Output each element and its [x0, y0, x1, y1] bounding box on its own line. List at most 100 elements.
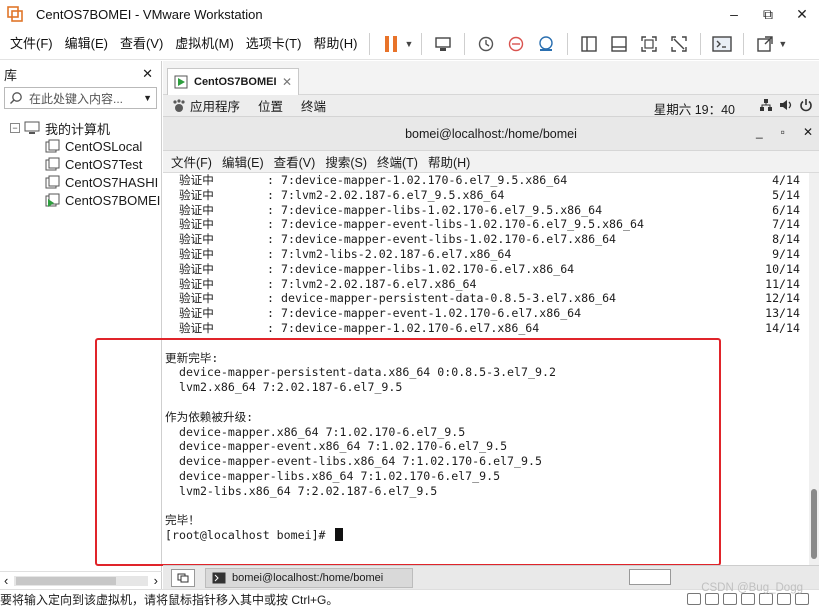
display-icon[interactable] [795, 593, 809, 605]
terminal-menu-help[interactable]: 帮助(H) [428, 152, 470, 171]
tab-close-icon[interactable]: ✕ [282, 75, 292, 89]
menu-help[interactable]: 帮助(H) [307, 28, 363, 60]
library-hscrollbar[interactable]: ‹ › [0, 571, 162, 589]
verify-label: 验证中 [179, 202, 214, 217]
terminal-menu-edit[interactable]: 编辑(E) [222, 152, 264, 171]
search-placeholder: 在此处键入内容... [29, 91, 124, 106]
terminal-menu-terminal[interactable]: 终端(T) [377, 152, 418, 171]
terminal-scroll-thumb[interactable] [811, 489, 817, 559]
snapshot-manager-icon[interactable] [533, 31, 559, 57]
chevron-down-icon[interactable]: ▼ [778, 39, 787, 49]
tree-item-vm[interactable]: CentOS7HASHI [0, 173, 161, 191]
verify-row: 验证中:7:device-mapper-event-1.02.170-6.el7… [163, 306, 809, 321]
verify-colon: : [267, 320, 274, 335]
library-close-button[interactable]: ✕ [142, 66, 153, 82]
taskbar-terminal-task[interactable]: bomei@localhost:/home/bomei [205, 567, 413, 588]
console-icon[interactable] [709, 31, 735, 57]
verify-colon: : [267, 202, 274, 217]
library-header: 库 ✕ [0, 61, 161, 87]
snapshot-icon[interactable] [473, 31, 499, 57]
collapse-icon[interactable]: − [10, 123, 20, 133]
terminal-minimize-button[interactable]: _ [756, 125, 763, 139]
verify-colon: : [267, 217, 274, 232]
toolbar-separator [464, 32, 466, 55]
chevron-down-icon[interactable]: ▼ [143, 93, 152, 103]
fullscreen-icon[interactable] [636, 31, 662, 57]
verify-colon: : [267, 291, 274, 306]
status-bar: 要将输入定向到该虚拟机，请将鼠标指针移入其中或按 Ctrl+G。 [0, 589, 819, 608]
usb-icon[interactable] [741, 593, 755, 605]
verify-label: 验证中 [179, 173, 214, 187]
scroll-left-icon[interactable]: ‹ [4, 573, 8, 588]
menu-vm[interactable]: 虚拟机(M) [169, 28, 240, 60]
verify-count: 13/14 [765, 306, 800, 321]
library-search-input[interactable]: 在此处键入内容... ▼ [4, 87, 157, 109]
vmware-logo-icon [4, 5, 26, 23]
terminal-menu-bar: 文件(F) 编辑(E) 查看(V) 搜索(S) 终端(T) 帮助(H) [163, 151, 819, 173]
menu-file[interactable]: 文件(F) [0, 28, 59, 60]
power-icon [800, 99, 812, 112]
terminal-scrollbar[interactable] [809, 173, 819, 565]
verify-count: 5/14 [772, 187, 800, 202]
stretch-icon[interactable] [752, 31, 778, 57]
search-icon [10, 92, 22, 104]
scroll-right-icon[interactable]: › [154, 573, 158, 588]
system-tray[interactable] [759, 98, 813, 112]
gnome-foot-icon [173, 98, 185, 112]
vm-running-icon [174, 75, 188, 89]
terminal-menu-view[interactable]: 查看(V) [274, 152, 316, 171]
restore-button[interactable]: ⧉ [751, 0, 785, 28]
verify-label: 验证中 [179, 217, 214, 232]
verify-colon: : [267, 246, 274, 261]
applications-label: 应用程序 [190, 100, 241, 114]
menu-tabs[interactable]: 选项卡(T) [240, 28, 308, 60]
verify-label: 验证中 [179, 306, 214, 321]
network-adapter-icon[interactable] [723, 593, 737, 605]
verify-package: 7:device-mapper-event-libs-1.02.170-6.el… [281, 217, 644, 232]
terminal-app-menu[interactable]: 终端 [301, 96, 326, 115]
verify-label: 验证中 [179, 232, 214, 247]
menu-edit[interactable]: 编辑(E) [59, 28, 114, 60]
printer-icon[interactable] [777, 593, 791, 605]
tree-item-vm[interactable]: CentOSLocal [0, 137, 161, 155]
verify-count: 11/14 [765, 276, 800, 291]
terminal-menu-search[interactable]: 搜索(S) [325, 152, 367, 171]
pause-icon[interactable] [378, 31, 404, 57]
scroll-track[interactable] [14, 575, 148, 586]
verify-label: 验证中 [179, 320, 214, 335]
cd-drive-icon[interactable] [705, 593, 719, 605]
scroll-thumb[interactable] [16, 576, 117, 585]
thumbnail-view-icon[interactable] [606, 31, 632, 57]
verify-package: 7:lvm2-2.02.187-6.el7_9.5.x86_64 [281, 187, 505, 202]
clock[interactable]: 星期六 19：40 [654, 99, 735, 118]
minimize-button[interactable]: – [717, 0, 751, 28]
tree-item-vm[interactable]: CentOS7Test [0, 155, 161, 173]
toolbar-separator [743, 32, 745, 55]
tree-item-vm-running[interactable]: CentOS7BOMEI [0, 191, 161, 209]
verify-count: 12/14 [765, 291, 800, 306]
sound-card-icon[interactable] [759, 593, 773, 605]
terminal-maximize-button[interactable]: ▫ [781, 125, 785, 139]
verify-label: 验证中 [179, 276, 214, 291]
places-menu[interactable]: 位置 [258, 96, 283, 115]
library-view-icon[interactable] [576, 31, 602, 57]
verify-package: 7:device-mapper-libs-1.02.170-6.el7_9.5.… [281, 202, 603, 217]
menu-view[interactable]: 查看(V) [114, 28, 169, 60]
tree-root[interactable]: − 我的计算机 [0, 119, 161, 137]
chevron-down-icon[interactable]: ▼ [404, 39, 413, 49]
verify-package: 7:lvm2-2.02.187-6.el7.x86_64 [281, 276, 477, 291]
revert-snapshot-icon[interactable] [503, 31, 529, 57]
close-button[interactable]: ✕ [785, 0, 819, 28]
tab-centos7bomei[interactable]: CentOS7BOMEI ✕ [167, 68, 299, 95]
applications-menu[interactable]: 应用程序 [171, 96, 240, 115]
unity-icon[interactable] [666, 31, 692, 57]
terminal-close-button[interactable]: ✕ [803, 125, 813, 139]
workspace-switcher[interactable] [629, 569, 671, 585]
send-keys-icon[interactable] [430, 31, 456, 57]
hard-disk-icon[interactable] [687, 593, 701, 605]
vm-tree: − 我的计算机 CentOSLocal CentOS7Test CentOS7H… [0, 119, 161, 209]
verify-row: 验证中:7:lvm2-2.02.187-6.el7_9.5.x86_64 5/14 [163, 188, 809, 203]
terminal-menu-file[interactable]: 文件(F) [171, 152, 212, 171]
show-desktop-icon[interactable] [171, 568, 195, 587]
vm-icon [45, 157, 60, 171]
